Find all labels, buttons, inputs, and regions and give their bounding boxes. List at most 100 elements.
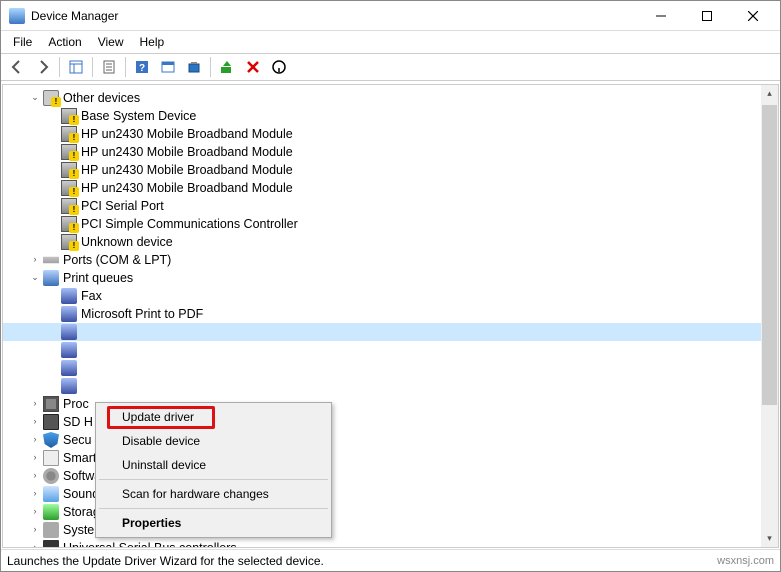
context-menu: Update driver Disable device Uninstall d… [95, 402, 332, 538]
device-tree-panel: ⌄ Other devices Base System Device HP un… [2, 84, 779, 548]
tree-item-fax[interactable]: Fax [3, 287, 778, 305]
expand-icon[interactable]: › [29, 397, 41, 409]
printer-icon [61, 288, 77, 304]
tree-item-print-to-pdf[interactable]: Microsoft Print to PDF [3, 305, 778, 323]
device-icon [61, 126, 77, 142]
uninstall-button[interactable] [241, 55, 265, 79]
tree-label: Fax [81, 289, 102, 303]
tree-item[interactable]: PCI Serial Port [3, 197, 778, 215]
expand-icon[interactable]: › [29, 253, 41, 265]
tree-item[interactable] [3, 341, 778, 359]
toolbar-separator [59, 57, 60, 77]
tree-label: HP un2430 Mobile Broadband Module [81, 145, 293, 159]
sd-icon [43, 414, 59, 430]
tree-item-selected[interactable] [3, 323, 778, 341]
context-scan-hardware[interactable]: Scan for hardware changes [98, 482, 329, 506]
scroll-up-icon[interactable]: ▴ [761, 85, 778, 102]
scan-button[interactable] [182, 55, 206, 79]
tree-label: SD H [63, 415, 93, 429]
close-button[interactable] [730, 1, 776, 31]
tree-category-print-queues[interactable]: ⌄ Print queues [3, 269, 778, 287]
action-button[interactable] [156, 55, 180, 79]
scroll-down-icon[interactable]: ▾ [761, 530, 778, 547]
device-icon [61, 216, 77, 232]
device-icon [61, 180, 77, 196]
expand-icon[interactable]: › [29, 415, 41, 427]
tree-label: HP un2430 Mobile Broadband Module [81, 181, 293, 195]
tree-item[interactable]: HP un2430 Mobile Broadband Module [3, 179, 778, 197]
tree-item[interactable]: PCI Simple Communications Controller [3, 215, 778, 233]
printer-icon [61, 360, 77, 376]
system-icon [43, 522, 59, 538]
expand-icon[interactable]: › [29, 487, 41, 499]
forward-button[interactable] [31, 55, 55, 79]
tree-category-usb[interactable]: › Universal Serial Bus controllers [3, 539, 778, 548]
sound-icon [43, 486, 59, 502]
tree-category-other-devices[interactable]: ⌄ Other devices [3, 89, 778, 107]
security-icon [43, 432, 59, 448]
minimize-button[interactable] [638, 1, 684, 31]
toolbar-separator [92, 57, 93, 77]
context-properties[interactable]: Properties [98, 511, 329, 535]
tree-label: Ports (COM & LPT) [63, 253, 171, 267]
tree-item[interactable]: HP un2430 Mobile Broadband Module [3, 161, 778, 179]
properties-button[interactable] [97, 55, 121, 79]
update-driver-button[interactable] [215, 55, 239, 79]
software-icon [43, 468, 59, 484]
device-icon [61, 144, 77, 160]
device-icon [61, 234, 77, 250]
usb-icon [43, 540, 59, 548]
tree-label: Unknown device [81, 235, 173, 249]
back-button[interactable] [5, 55, 29, 79]
expand-icon[interactable]: › [29, 505, 41, 517]
tree-item[interactable]: HP un2430 Mobile Broadband Module [3, 143, 778, 161]
expand-icon[interactable]: › [29, 433, 41, 445]
tree-item[interactable] [3, 377, 778, 395]
ports-icon [43, 252, 59, 268]
tree-label: HP un2430 Mobile Broadband Module [81, 163, 293, 177]
tree-category-ports[interactable]: › Ports (COM & LPT) [3, 251, 778, 269]
tree-item[interactable] [3, 359, 778, 377]
toolbar-separator [210, 57, 211, 77]
disable-button[interactable] [267, 55, 291, 79]
menu-bar: File Action View Help [1, 31, 780, 53]
tree-label: Proc [63, 397, 89, 411]
expand-icon[interactable]: › [29, 451, 41, 463]
collapse-icon[interactable]: ⌄ [29, 271, 41, 283]
collapse-icon[interactable]: ⌄ [29, 91, 41, 103]
tree-label: HP un2430 Mobile Broadband Module [81, 127, 293, 141]
tree-item[interactable]: Unknown device [3, 233, 778, 251]
menu-view[interactable]: View [90, 33, 132, 51]
maximize-button[interactable] [684, 1, 730, 31]
status-text: Launches the Update Driver Wizard for th… [7, 554, 324, 568]
storage-icon [43, 504, 59, 520]
expand-icon[interactable]: › [29, 523, 41, 535]
menu-help[interactable]: Help [132, 33, 173, 51]
print-queues-icon [43, 270, 59, 286]
toolbar: ? [1, 53, 780, 81]
smart-card-icon [43, 450, 59, 466]
help-button[interactable]: ? [130, 55, 154, 79]
tree-item[interactable]: HP un2430 Mobile Broadband Module [3, 125, 778, 143]
tree-label: Universal Serial Bus controllers [63, 541, 237, 548]
tree-label: Microsoft Print to PDF [81, 307, 203, 321]
menu-file[interactable]: File [5, 33, 40, 51]
status-bar: Launches the Update Driver Wizard for th… [1, 549, 780, 571]
tree-label: PCI Simple Communications Controller [81, 217, 298, 231]
expand-icon[interactable]: › [29, 541, 41, 548]
printer-icon [61, 306, 77, 322]
context-update-driver[interactable]: Update driver [98, 405, 329, 429]
show-hide-console-tree-button[interactable] [64, 55, 88, 79]
expand-icon[interactable]: › [29, 469, 41, 481]
context-uninstall-device[interactable]: Uninstall device [98, 453, 329, 477]
tree-item[interactable]: Base System Device [3, 107, 778, 125]
tree-label: PCI Serial Port [81, 199, 164, 213]
menu-action[interactable]: Action [40, 33, 89, 51]
context-disable-device[interactable]: Disable device [98, 429, 329, 453]
printer-icon [61, 342, 77, 358]
processor-icon [43, 396, 59, 412]
app-icon [9, 8, 25, 24]
device-icon [61, 108, 77, 124]
vertical-scrollbar[interactable]: ▴ ▾ [761, 85, 778, 547]
scroll-thumb[interactable] [762, 105, 777, 405]
